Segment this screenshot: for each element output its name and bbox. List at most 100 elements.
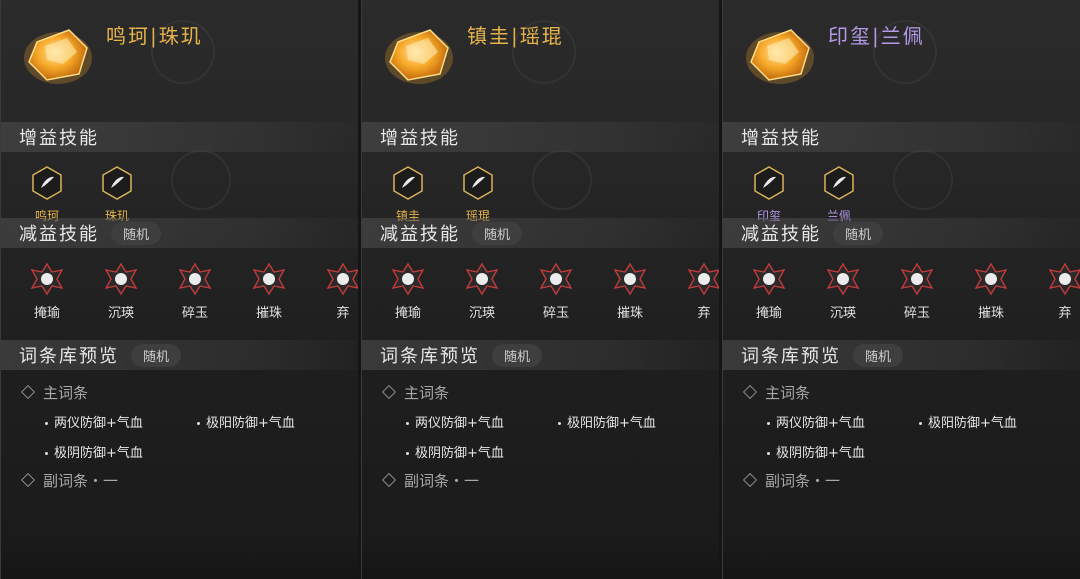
debuff-star-icon [687, 262, 719, 296]
affix-row: 两仪防御+气血 极阳防御+气血 [362, 406, 719, 436]
panel-title: 鸣珂|珠玑 [106, 24, 203, 48]
set-panel: 镇圭|瑶琨 增益技能 镇圭 瑶琨 减益技能 随机 掩瑜 沉瑛 碎玉 摧珠弃词条库预览 随机 主词条 两仪… [361, 0, 719, 579]
buff-skills: 印玺 兰佩 [723, 152, 1080, 223]
random-tag: 随机 [833, 221, 884, 245]
random-tag: 随机 [472, 221, 523, 245]
debuff-section-header: 减益技能 随机 [1, 218, 358, 248]
diamond-icon [20, 384, 36, 400]
set-panel: 鸣珂|珠玑 增益技能 鸣珂 珠玑 减益技能 随机 掩瑜 沉瑛 碎玉 摧珠弃词条库预览 随机 主词条 两仪… [0, 0, 358, 579]
debuff-skill-label: 沉瑛 [829, 306, 856, 321]
affix-library: 主词条 两仪防御+气血 极阳防御+气血 极阴防御+气血 副词条・一 [362, 370, 719, 494]
debuff-skills: 掩瑜 沉瑛 碎玉 摧珠 弃 [362, 248, 719, 340]
debuff-skill[interactable]: 沉瑛 [815, 262, 871, 321]
affix-item: 两仪防御+气血 [45, 412, 143, 431]
affix-item: 极阳防御+气血 [558, 412, 656, 431]
shield-icon [463, 166, 493, 200]
debuff-star-icon [391, 262, 425, 296]
debuff-skill-label: 沉瑛 [468, 306, 495, 321]
main-affix-title: 主词条 [404, 383, 450, 402]
debuff-skill-label: 碎玉 [903, 306, 930, 321]
section-title: 词条库预览 [380, 346, 480, 367]
debuff-star-icon [465, 262, 499, 296]
swirl-icon [32, 166, 62, 200]
gem-icon [385, 29, 453, 84]
flower-icon [824, 166, 854, 200]
affix-row: 极阴防御+气血 [1, 436, 358, 466]
diamond-icon [742, 472, 758, 488]
tower-icon [393, 166, 423, 200]
affix-item: 极阳防御+气血 [197, 412, 295, 431]
debuff-skill-label: 掩瑜 [33, 306, 60, 321]
diamond-icon [20, 472, 36, 488]
sword-icon [754, 166, 784, 200]
debuff-skill[interactable]: 弃 [1037, 262, 1080, 321]
debuff-skill[interactable]: 摧珠 [241, 262, 297, 321]
buff-skill[interactable]: 鸣珂 [21, 166, 73, 224]
debuff-section-header: 减益技能 随机 [723, 218, 1080, 248]
affix-row: 两仪防御+气血 极阳防御+气血 [1, 406, 358, 436]
buff-skill[interactable]: 镇圭 [382, 166, 434, 224]
debuff-star-icon [104, 262, 138, 296]
debuff-star-icon [613, 262, 647, 296]
debuff-skill-label: 碎玉 [181, 306, 208, 321]
buff-skill[interactable]: 珠玑 [91, 166, 143, 224]
debuff-skill[interactable]: 掩瑜 [741, 262, 797, 321]
debuff-skill-label: 弃 [697, 306, 711, 321]
debuff-skill[interactable]: 掩瑜 [19, 262, 75, 321]
section-title: 增益技能 [380, 128, 460, 149]
affix-row: 两仪防御+气血 极阳防御+气血 [723, 406, 1080, 436]
gem-icon [24, 29, 92, 84]
debuff-star-icon [752, 262, 786, 296]
buff-section-header: 增益技能 [1, 122, 358, 152]
debuff-skill[interactable]: 碎玉 [167, 262, 223, 321]
main-affix-header: 主词条 [1, 378, 358, 406]
debuff-skill[interactable]: 碎玉 [528, 262, 584, 321]
debuff-star-icon [974, 262, 1008, 296]
buff-section-header: 增益技能 [723, 122, 1080, 152]
buff-skill[interactable]: 瑶琨 [452, 166, 504, 224]
debuff-skill-label: 摧珠 [616, 306, 643, 321]
random-tag: 随机 [853, 343, 904, 367]
buff-skill[interactable]: 印玺 [743, 166, 795, 224]
buff-skills: 鸣珂 珠玑 [1, 152, 358, 223]
section-title: 增益技能 [741, 128, 821, 149]
debuff-skill[interactable]: 沉瑛 [93, 262, 149, 321]
debuff-skill[interactable]: 碎玉 [889, 262, 945, 321]
panel-header: 鸣珂|珠玑 [1, 0, 358, 122]
debuff-skill-label: 碎玉 [542, 306, 569, 321]
affix-library: 主词条 两仪防御+气血 极阳防御+气血 极阴防御+气血 副词条・一 [1, 370, 358, 494]
diamond-icon [742, 384, 758, 400]
debuff-star-icon [1048, 262, 1080, 296]
set-panel: 印玺|兰佩 增益技能 印玺 兰佩 减益技能 随机 掩瑜 沉瑛 碎玉 摧珠弃词条库预览 随机 主词条 两仪… [722, 0, 1080, 579]
debuff-skill[interactable]: 摧珠 [602, 262, 658, 321]
bottom-fade [1, 539, 358, 579]
debuff-skill[interactable]: 沉瑛 [454, 262, 510, 321]
debuff-skill[interactable]: 摧珠 [963, 262, 1019, 321]
panel-title: 印玺|兰佩 [828, 24, 925, 48]
affix-item: 极阴防御+气血 [406, 442, 504, 461]
debuff-skill-label: 弃 [1058, 306, 1072, 321]
gem-icon [746, 29, 814, 84]
buff-skill[interactable]: 兰佩 [813, 166, 865, 224]
library-section-header: 词条库预览 随机 [723, 340, 1080, 370]
diamond-icon [381, 472, 397, 488]
random-tag: 随机 [492, 343, 543, 367]
affix-item: 极阴防御+气血 [767, 442, 865, 461]
random-tag: 随机 [131, 343, 182, 367]
section-title: 减益技能 [19, 224, 99, 245]
debuff-skill[interactable]: 掩瑜 [380, 262, 436, 321]
affix-item: 极阳防御+气血 [919, 412, 1017, 431]
random-tag: 随机 [111, 221, 162, 245]
library-section-header: 词条库预览 随机 [362, 340, 719, 370]
debuff-skill[interactable]: 弃 [315, 262, 358, 321]
panel-header: 印玺|兰佩 [723, 0, 1080, 122]
feather-icon [102, 166, 132, 200]
debuff-star-icon [30, 262, 64, 296]
library-section-header: 词条库预览 随机 [1, 340, 358, 370]
section-title: 减益技能 [741, 224, 821, 245]
debuff-skill-label: 掩瑜 [755, 306, 782, 321]
debuff-star-icon [178, 262, 212, 296]
diamond-icon [381, 384, 397, 400]
main-affix-title: 主词条 [43, 383, 89, 402]
debuff-skill[interactable]: 弃 [676, 262, 719, 321]
